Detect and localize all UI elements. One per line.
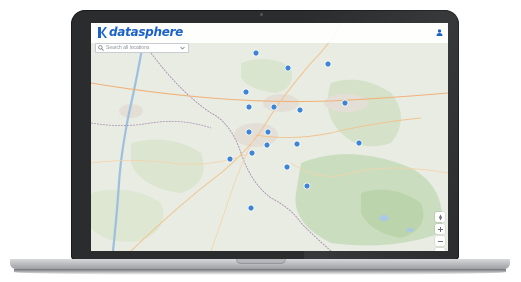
locate-icon	[437, 250, 444, 252]
location-marker[interactable]	[226, 155, 234, 163]
search-icon	[98, 45, 104, 51]
location-marker[interactable]	[324, 60, 332, 68]
locate-button[interactable]	[435, 248, 445, 251]
datasphere-logo-icon	[98, 26, 107, 38]
search-input[interactable]: Search all locations	[106, 45, 180, 51]
chevron-down-icon[interactable]	[180, 46, 185, 50]
zoom-in-button[interactable]	[435, 224, 445, 234]
location-marker[interactable]	[341, 99, 349, 107]
user-icon[interactable]	[436, 29, 443, 36]
location-marker[interactable]	[252, 49, 260, 57]
location-marker[interactable]	[303, 182, 311, 190]
laptop-notch	[236, 259, 286, 264]
plus-icon	[437, 226, 443, 232]
location-marker[interactable]	[263, 141, 271, 149]
minus-icon	[437, 240, 443, 242]
app-screen: datasphere Search all locations	[91, 23, 448, 251]
app-header: datasphere	[91, 23, 448, 43]
location-marker[interactable]	[284, 64, 292, 72]
location-marker[interactable]	[293, 140, 301, 148]
laptop-shadow	[14, 269, 506, 275]
zoom-out-button[interactable]	[435, 236, 445, 246]
location-marker[interactable]	[264, 128, 272, 136]
location-marker[interactable]	[245, 103, 253, 111]
brand-name: datasphere	[109, 25, 183, 39]
location-marker[interactable]	[242, 88, 250, 96]
location-marker[interactable]	[355, 139, 363, 147]
datasphere-logo[interactable]: datasphere	[98, 25, 183, 39]
location-marker[interactable]	[247, 204, 255, 212]
location-marker[interactable]	[245, 128, 253, 136]
location-search[interactable]: Search all locations	[95, 43, 189, 53]
location-marker[interactable]	[283, 163, 291, 171]
location-marker[interactable]	[248, 149, 256, 157]
map-controls	[435, 212, 445, 251]
location-marker[interactable]	[296, 106, 304, 114]
location-marker[interactable]	[270, 103, 278, 111]
compass-button[interactable]	[435, 212, 445, 222]
compass-icon	[438, 214, 442, 220]
webcam	[260, 13, 263, 16]
map-canvas[interactable]	[91, 23, 448, 251]
